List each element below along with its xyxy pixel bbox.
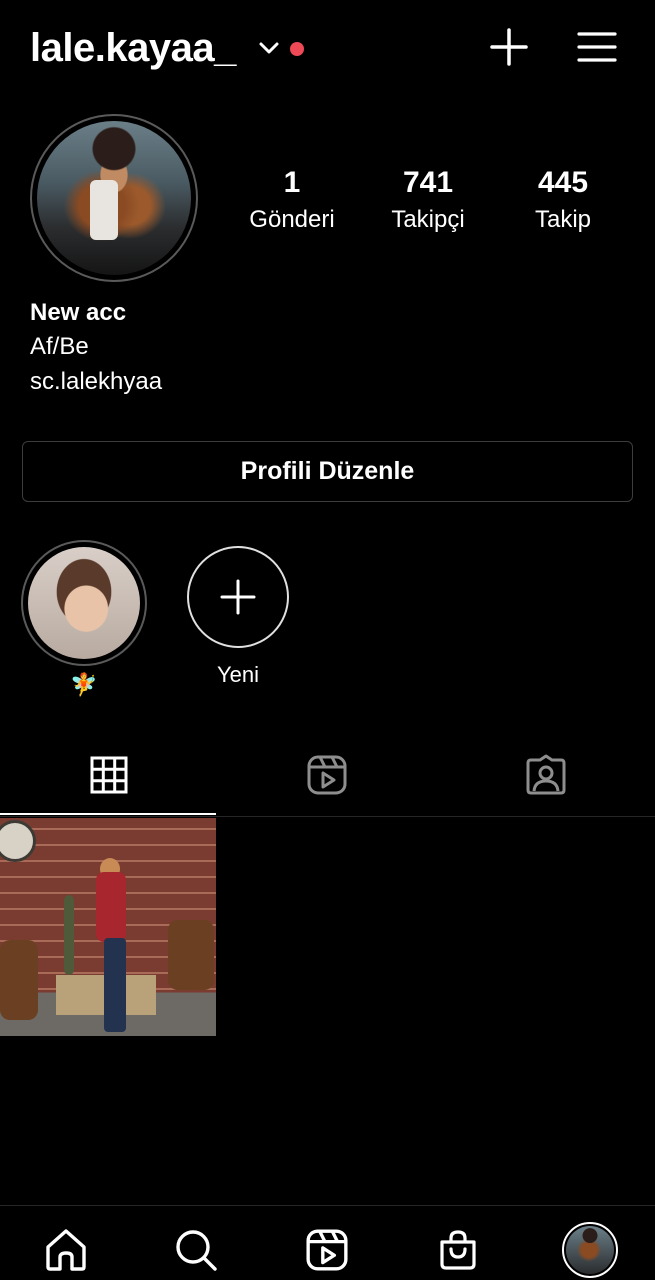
bio-line: sc.lalekhyaa	[30, 368, 163, 395]
plus-icon[interactable]	[489, 27, 529, 67]
tab-divider	[0, 816, 655, 817]
stat-posts-count: 1	[283, 166, 301, 199]
nav-search[interactable]	[168, 1222, 224, 1278]
post-image-detail	[0, 940, 38, 1020]
tab-tagged[interactable]	[437, 735, 655, 815]
avatar[interactable]	[566, 1226, 614, 1274]
reels-icon	[306, 1229, 348, 1271]
stat-followers-count: 741	[402, 166, 454, 199]
edit-profile-button[interactable]: Profili Düzenle	[22, 441, 633, 502]
stat-following[interactable]: 445 Takip	[503, 165, 623, 235]
tab-posts[interactable]	[0, 735, 218, 815]
nav-shop[interactable]	[430, 1222, 486, 1278]
stat-following-label: Takip	[534, 206, 592, 233]
story-highlight-cover[interactable]	[28, 547, 140, 659]
chevron-down-icon[interactable]	[258, 40, 280, 56]
home-icon	[46, 1229, 86, 1271]
bio-line: Af/Be	[30, 333, 89, 360]
post-image-detail	[104, 938, 126, 1032]
shopping-bag-icon	[440, 1230, 476, 1270]
stat-followers-label: Takipçi	[391, 206, 465, 233]
new-highlight-button[interactable]	[187, 546, 289, 648]
tagged-user-icon	[526, 754, 566, 795]
stat-posts[interactable]: 1 Gönderi	[232, 165, 352, 235]
bottom-nav-divider	[0, 1205, 655, 1206]
post-image-detail	[64, 895, 74, 975]
new-highlight-label: Yeni	[216, 662, 259, 687]
search-icon	[176, 1230, 217, 1271]
grid-icon	[90, 756, 128, 794]
reels-icon	[307, 755, 347, 795]
stat-followers[interactable]: 741 Takipçi	[368, 165, 488, 235]
post-image-detail	[96, 872, 126, 942]
nav-home[interactable]	[38, 1222, 94, 1278]
post-image-detail	[168, 920, 214, 990]
notification-dot	[290, 42, 304, 56]
story-highlight-label: 🧚	[70, 672, 98, 697]
profile-username[interactable]: lale.kayaa_	[30, 24, 236, 72]
plus-icon	[220, 579, 256, 615]
avatar-detail	[90, 180, 118, 240]
bio-display-name: New acc	[30, 299, 127, 326]
stat-following-count: 445	[537, 166, 589, 199]
nav-reels[interactable]	[299, 1222, 355, 1278]
stat-posts-label: Gönderi	[249, 206, 335, 233]
tab-reels[interactable]	[218, 735, 436, 815]
hamburger-menu-icon[interactable]	[577, 27, 617, 67]
active-tab-indicator	[0, 813, 216, 815]
